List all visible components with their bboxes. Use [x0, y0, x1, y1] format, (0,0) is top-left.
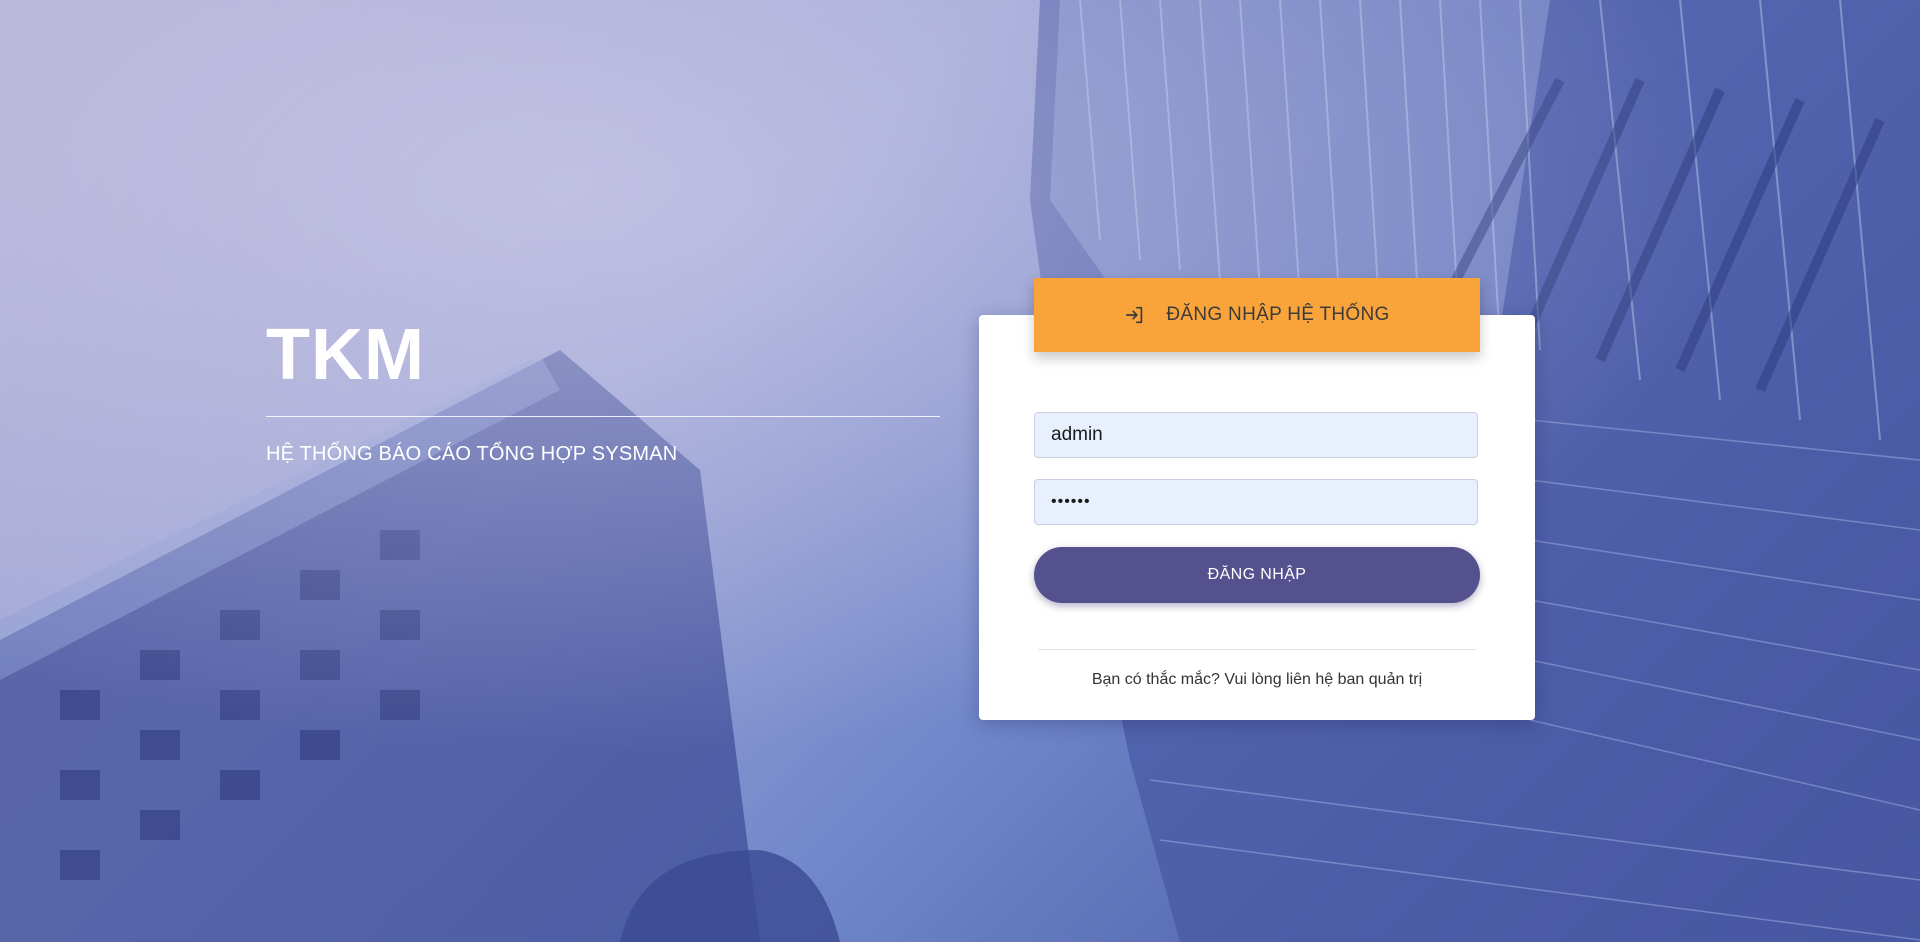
login-button[interactable]: ĐĂNG NHẬP	[1034, 547, 1480, 603]
brand-divider	[266, 416, 940, 417]
brand-title: TKM	[266, 315, 425, 395]
username-field[interactable]	[1034, 412, 1478, 458]
brand-block: TKM HỆ THỐNG BÁO CÁO TỔNG HỢP SYSMAN	[266, 314, 940, 466]
background-image	[0, 0, 1920, 942]
password-field[interactable]	[1034, 479, 1478, 525]
login-card-header-label: ĐĂNG NHẬP HỆ THỐNG	[1166, 304, 1390, 325]
login-card-header: ĐĂNG NHẬP HỆ THỐNG	[1034, 278, 1480, 352]
building-illustration	[0, 0, 1920, 942]
brand-subtitle: HỆ THỐNG BÁO CÁO TỔNG HỢP SYSMAN	[266, 443, 678, 465]
help-text: Bạn có thắc mắc? Vui lòng liên hệ ban qu…	[1091, 671, 1423, 688]
login-arrow-icon	[1124, 304, 1146, 326]
card-divider	[1038, 649, 1476, 650]
